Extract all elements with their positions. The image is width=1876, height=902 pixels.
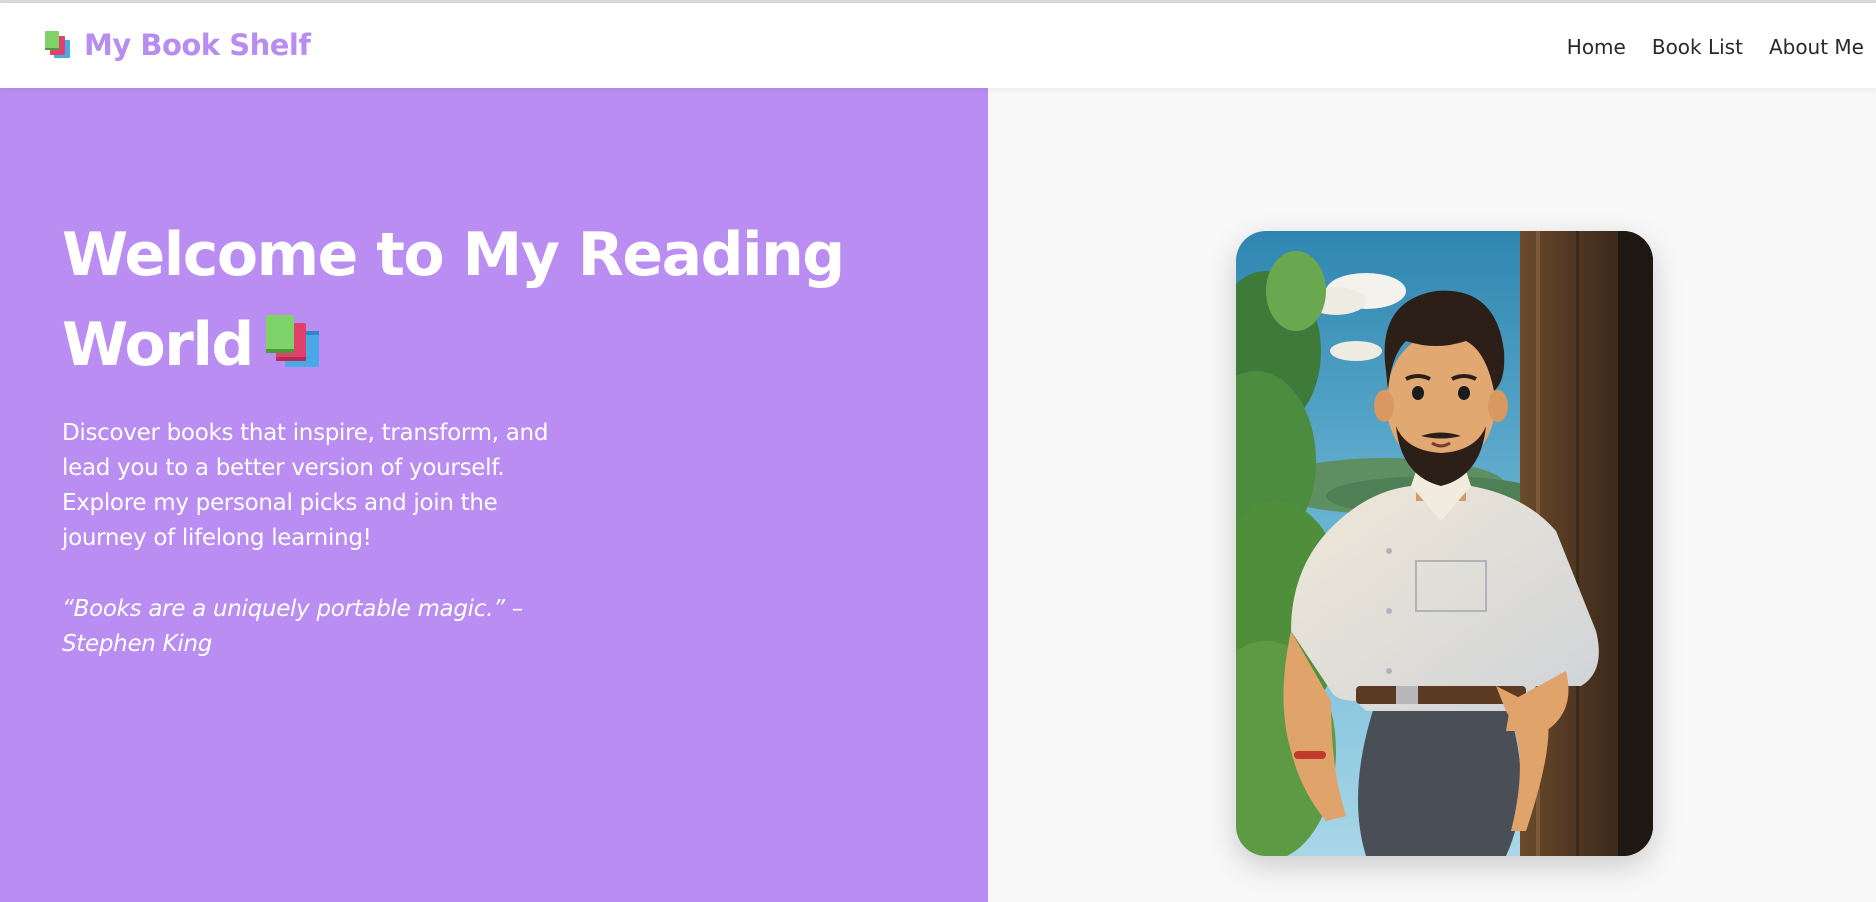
nav-book-list-link[interactable]: Book List	[1652, 35, 1743, 59]
hero-description: Discover books that inspire, transform, …	[62, 420, 549, 551]
books-icon	[265, 315, 319, 367]
author-portrait-image	[1236, 231, 1653, 856]
main-nav: Home Book List About Me	[1567, 31, 1876, 63]
portrait-illustration	[1236, 231, 1653, 856]
books-icon	[45, 31, 70, 58]
nav-home-link[interactable]: Home	[1567, 35, 1626, 59]
site-header: My Book Shelf Home Book List About Me	[0, 3, 1876, 88]
brand-title: My Book Shelf	[84, 28, 311, 62]
hero-title-text: Welcome to My Reading World	[62, 220, 845, 380]
nav-about-me-link[interactable]: About Me	[1769, 35, 1864, 59]
brand-link[interactable]: My Book Shelf	[42, 25, 311, 65]
hero-quote: “Books are a uniquely portable magic.” –…	[62, 596, 523, 657]
hero-title: Welcome to My Reading World	[62, 210, 882, 390]
